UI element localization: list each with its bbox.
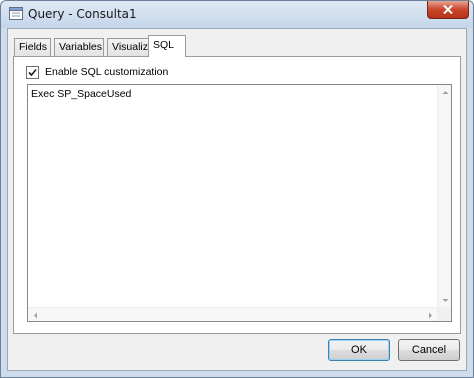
ok-button[interactable]: OK	[328, 339, 390, 361]
sql-text[interactable]: Exec SP_SpaceUsed	[31, 88, 131, 100]
window-title: Query - Consulta1	[28, 7, 137, 21]
scroll-up-icon[interactable]	[438, 85, 452, 99]
enable-sql-label: Enable SQL customization	[45, 66, 169, 78]
dialog-client-area: Fields Variables Visualize SQL Enable SQ…	[7, 28, 467, 371]
tab-visualize[interactable]: Visualize	[107, 38, 154, 56]
query-dialog: Query - Consulta1 Fields Variables Visua…	[0, 0, 474, 378]
scroll-left-icon[interactable]	[28, 308, 42, 322]
query-window-icon	[9, 7, 23, 20]
enable-sql-checkbox[interactable]	[26, 65, 39, 79]
horizontal-scrollbar[interactable]	[28, 307, 437, 321]
scroll-right-icon[interactable]	[423, 308, 437, 322]
title-bar[interactable]: Query - Consulta1	[1, 1, 473, 28]
scroll-down-icon[interactable]	[438, 293, 452, 307]
tab-fields[interactable]: Fields	[14, 38, 51, 56]
vertical-scrollbar[interactable]	[437, 85, 451, 307]
cancel-button[interactable]: Cancel	[398, 339, 460, 361]
close-button[interactable]	[427, 1, 469, 19]
scroll-corner	[437, 307, 451, 321]
checkmark-icon	[28, 68, 37, 76]
tab-variables[interactable]: Variables	[54, 38, 104, 56]
close-icon	[443, 5, 453, 14]
enable-sql-row[interactable]: Enable SQL customization	[26, 65, 168, 79]
sql-editor[interactable]: Exec SP_SpaceUsed	[27, 84, 452, 322]
sql-tab-panel: Enable SQL customization Exec SP_SpaceUs…	[13, 56, 461, 334]
tab-sql[interactable]: SQL	[148, 35, 186, 57]
